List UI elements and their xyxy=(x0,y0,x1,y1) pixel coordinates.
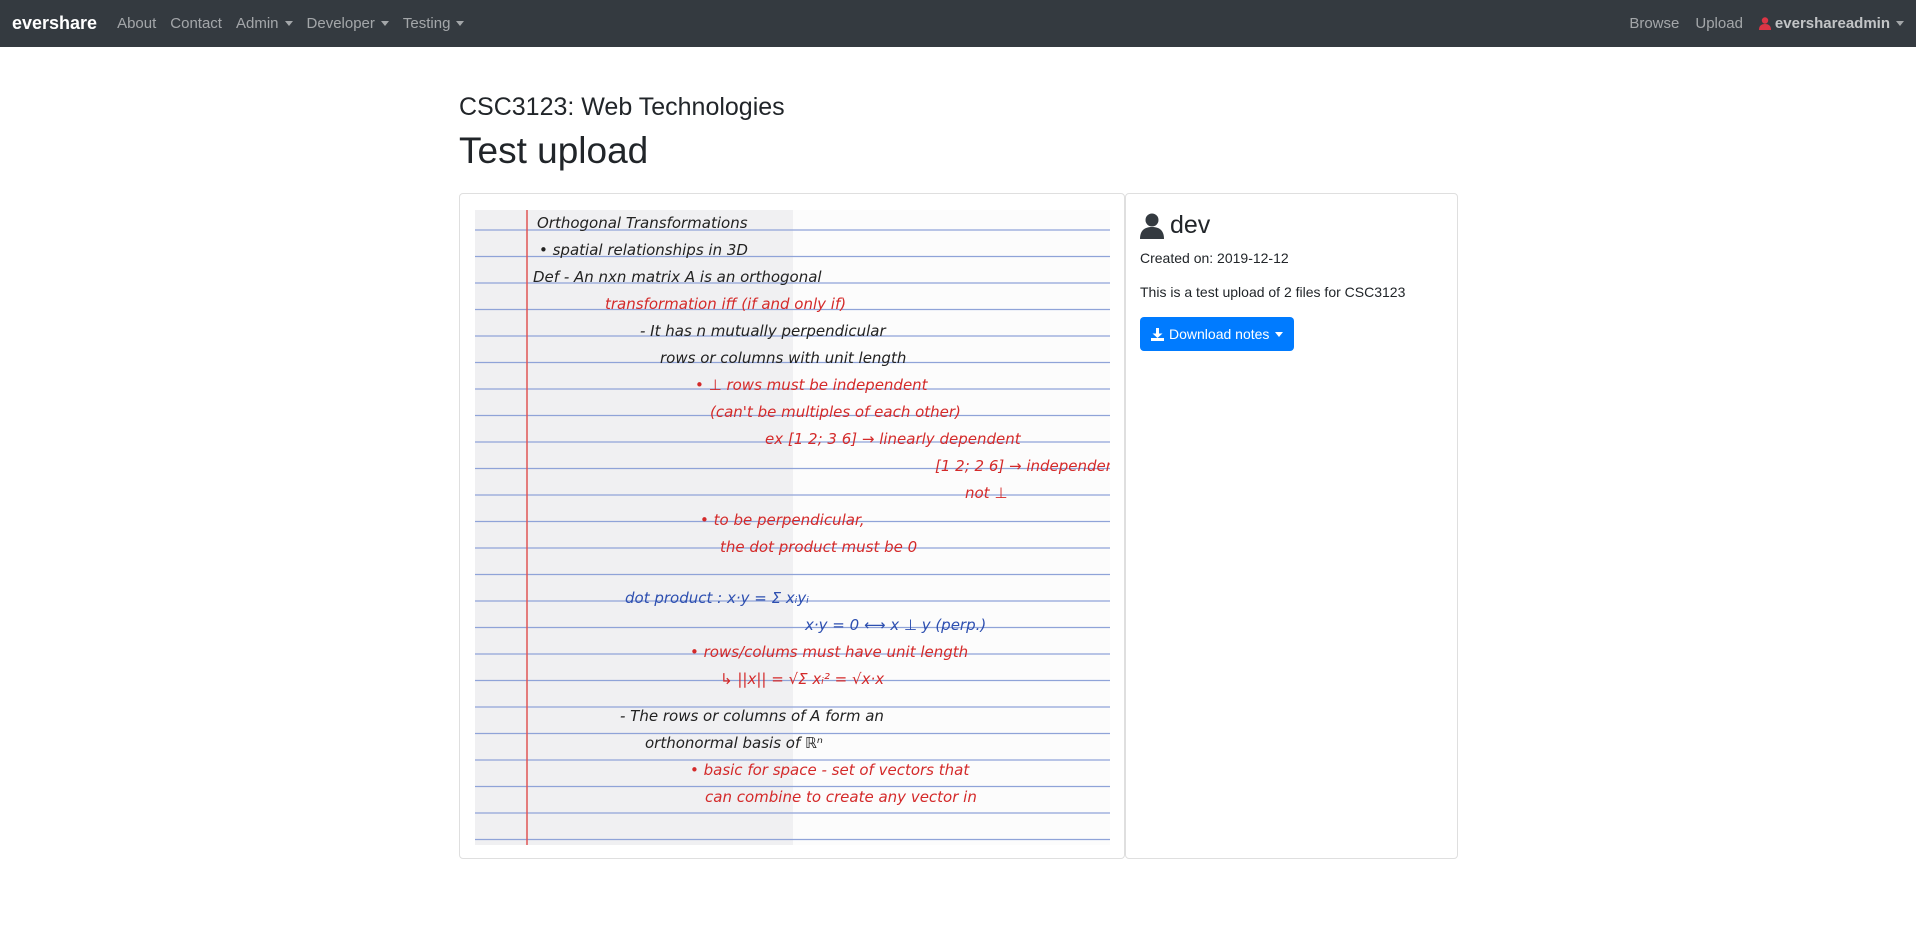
download-notes-button[interactable]: Download notes xyxy=(1140,317,1295,351)
note-line: • ⊥ rows must be independent xyxy=(695,376,929,394)
caret-down-icon xyxy=(1275,331,1284,337)
note-line: Orthogonal Transformations xyxy=(537,214,748,232)
note-line: • rows/colums must have unit length xyxy=(690,643,968,661)
note-line: Def - An nxn matrix A is an orthogonal xyxy=(533,268,822,286)
note-line: ex [1 2; 3 6] → linearly dependent xyxy=(765,430,1022,448)
user-menu-dropdown[interactable]: evershareadmin xyxy=(1758,15,1904,32)
user-icon xyxy=(1140,213,1164,239)
nav-browse-label: Browse xyxy=(1629,15,1680,32)
nav-testing-dropdown[interactable]: Testing xyxy=(403,15,465,32)
brand-logo[interactable]: evershare xyxy=(12,13,97,34)
note-line: • spatial relationships in 3D xyxy=(539,241,748,259)
note-line: [1 2; 2 6] → independent but xyxy=(935,457,1110,475)
nav-testing-label: Testing xyxy=(402,15,451,32)
note-line: ↳ ||x|| = √Σ xᵢ² = √x·x xyxy=(720,670,884,688)
user-icon xyxy=(1758,17,1771,30)
note-description: This is a test upload of 2 files for CSC… xyxy=(1140,284,1406,300)
download-icon xyxy=(1151,327,1164,341)
note-line: - It has n mutually perpendicular xyxy=(640,322,886,340)
note-info-card: dev Created on: 2019-12-12 This is a tes… xyxy=(1125,193,1458,859)
nav-upload-label: Upload xyxy=(1695,15,1743,32)
note-line: (can't be multiples of each other) xyxy=(710,403,961,421)
note-line: not ⊥ xyxy=(965,484,1007,502)
author-name[interactable]: dev xyxy=(1170,211,1210,240)
download-notes-label: Download notes xyxy=(1169,326,1270,342)
caret-down-icon xyxy=(380,21,389,26)
note-line: orthonormal basis of ℝⁿ xyxy=(645,734,823,752)
nav-admin-dropdown[interactable]: Admin xyxy=(236,15,293,32)
nav-upload[interactable]: Upload xyxy=(1695,15,1743,32)
nav-contact[interactable]: Contact xyxy=(170,15,222,32)
note-line: rows or columns with unit length xyxy=(660,349,906,367)
caret-down-icon xyxy=(456,21,465,26)
caret-down-icon xyxy=(1896,21,1904,26)
nav-contact-label: Contact xyxy=(170,15,222,32)
caret-down-icon xyxy=(284,21,293,26)
user-menu-label: evershareadmin xyxy=(1774,15,1890,32)
top-navbar: evershare About Contact Admin Developer … xyxy=(0,0,1916,47)
note-line: • to be perpendicular, xyxy=(700,511,865,529)
nav-about[interactable]: About xyxy=(117,15,156,32)
note-line: • basic for space - set of vectors that xyxy=(690,761,970,779)
note-line: - The rows or columns of A form an xyxy=(620,707,884,725)
nav-developer-label: Developer xyxy=(306,15,375,32)
note-line: can combine to create any vector in xyxy=(705,788,977,806)
note-line: transformation iff (if and only if) xyxy=(605,295,846,313)
page-title: Test upload xyxy=(459,130,649,171)
author-block: dev xyxy=(1140,211,1210,240)
nav-admin-label: Admin xyxy=(235,15,279,32)
created-date: Created on: 2019-12-12 xyxy=(1140,250,1289,266)
notes-page-drawing: Orthogonal Transformations • spatial rela… xyxy=(475,210,1110,845)
nav-browse[interactable]: Browse xyxy=(1629,15,1679,32)
nav-about-label: About xyxy=(117,15,157,32)
nav-developer-dropdown[interactable]: Developer xyxy=(307,15,389,32)
note-line: the dot product must be 0 xyxy=(720,538,917,556)
note-line: dot product : x·y = Σ xᵢyᵢ xyxy=(625,589,809,607)
nav-right-group: Browse Upload evershareadmin xyxy=(1613,15,1904,32)
note-line: x·y = 0 ⟷ x ⊥ y (perp.) xyxy=(804,616,986,634)
notes-preview-card: Orthogonal Transformations • spatial rela… xyxy=(459,193,1125,859)
course-title: CSC3123: Web Technologies xyxy=(459,93,785,121)
notes-page-image: Orthogonal Transformations • spatial rela… xyxy=(475,210,1110,845)
